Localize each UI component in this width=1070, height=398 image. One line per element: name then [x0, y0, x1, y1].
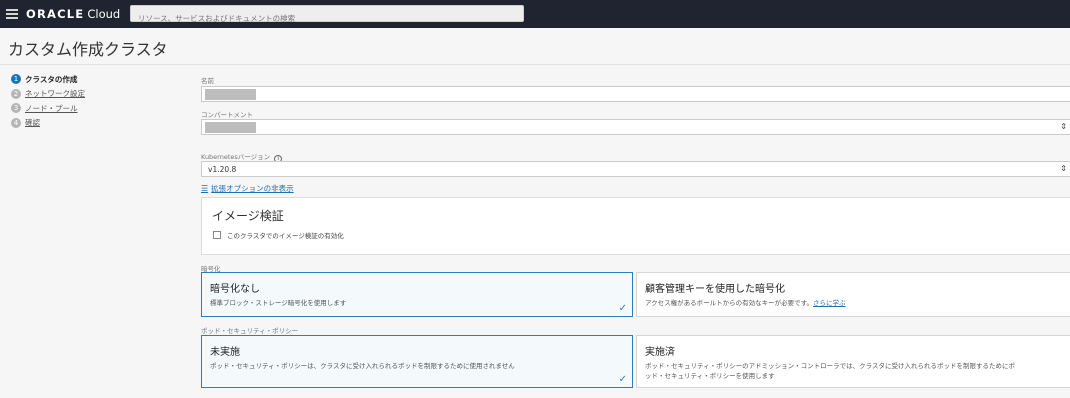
step-number: 3: [11, 103, 21, 113]
menu-icon[interactable]: [6, 9, 18, 19]
option-description: 標準ブロック・ストレージ暗号化を使用します: [210, 299, 347, 307]
image-verification-panel: イメージ検証 このクラスタでのイメージ検証の有効化: [201, 197, 1070, 255]
checkmark-icon: ✓: [618, 303, 627, 314]
learn-more-link[interactable]: さらに学ぶ: [813, 299, 846, 307]
checkmark-icon: ✓: [618, 374, 627, 385]
brand-suffix: Cloud: [87, 7, 121, 21]
option-description-line2: ッド・セキュリティ・ポリシーを使用します: [645, 372, 775, 380]
kubernetes-version-label-text: Kubernetesバージョン: [201, 153, 271, 161]
search-input[interactable]: [131, 11, 523, 26]
wizard-steps: 1 クラスタの作成 2 ネットワーク設定 3 ノード・プール 4 確認: [11, 73, 85, 131]
step-number: 4: [11, 117, 21, 128]
option-title: 顧客管理キーを使用した暗号化: [645, 284, 785, 295]
kubernetes-version-value: v1.20.8: [208, 165, 237, 174]
brand-name: ORACLE: [26, 7, 85, 21]
encryption-option-customer-key[interactable]: 顧客管理キーを使用した暗号化 アクセス権があるボールトからの有効なキーが必要です…: [636, 272, 1070, 317]
step-number: 2: [11, 88, 21, 99]
hide-advanced-options-link[interactable]: ☰ 拡張オプションの非表示: [201, 183, 294, 194]
step-review[interactable]: 4 確認: [11, 117, 85, 129]
image-verification-title: イメージ検証: [212, 209, 284, 223]
step-network-setup[interactable]: 2 ネットワーク設定: [11, 88, 85, 100]
step-node-pool[interactable]: 3 ノード・プール: [11, 102, 85, 114]
name-input[interactable]: [201, 86, 1070, 102]
option-title: 実施済: [645, 347, 675, 358]
pod-security-policy-label: ポッド・セキュリティ・ポリシー: [201, 327, 299, 335]
option-description: アクセス権があるボールトからの有効なキーが必要です。さらに学ぶ: [645, 298, 846, 308]
advanced-link-text: 拡張オプションの非表示: [211, 184, 294, 193]
encryption-option-none[interactable]: 暗号化なし 標準ブロック・ストレージ暗号化を使用します ✓: [201, 272, 633, 317]
page-title: カスタム作成クラスタ: [8, 40, 168, 59]
option-description-line1: ポッド・セキュリティ・ポリシーのアドミッション・コントローラでは、クラスタに受け…: [645, 362, 1015, 370]
step-label: クラスタの作成: [25, 74, 78, 84]
oracle-cloud-logo[interactable]: ORACLE Cloud: [26, 7, 120, 21]
sliders-icon: ☰: [201, 184, 209, 193]
option-description: ポッド・セキュリティ・ポリシーのアドミッション・コントローラでは、クラスタに受け…: [645, 361, 1015, 381]
option-description-text: アクセス権があるボールトからの有効なキーが必要です。: [645, 299, 814, 307]
name-label: 名前: [201, 77, 214, 85]
image-verification-checkbox[interactable]: [213, 231, 221, 239]
top-navigation-bar: ORACLE Cloud: [0, 0, 1070, 28]
step-number: 1: [11, 74, 21, 84]
policy-option-enforced[interactable]: 実施済 ポッド・セキュリティ・ポリシーのアドミッション・コントローラでは、クラス…: [636, 335, 1070, 388]
image-verification-option[interactable]: このクラスタでのイメージ検証の有効化: [213, 230, 344, 240]
option-title: 暗号化なし: [210, 284, 260, 295]
option-description: ポッド・セキュリティ・ポリシーは、クラスタに受け入れられるポッドを制限するために…: [210, 362, 515, 370]
compartment-label: コンパートメント: [201, 111, 253, 119]
search-box[interactable]: [130, 5, 524, 26]
compartment-select[interactable]: ⇕: [201, 119, 1070, 135]
step-label: 確認: [25, 118, 40, 127]
select-arrow-icon: ⇕: [1060, 122, 1067, 131]
divider: [0, 64, 1070, 65]
image-verification-checkbox-label: このクラスタでのイメージ検証の有効化: [227, 232, 344, 240]
step-label: ネットワーク設定: [25, 89, 85, 98]
redacted-value: [205, 122, 256, 133]
policy-option-not-enforced[interactable]: 未実施 ポッド・セキュリティ・ポリシーは、クラスタに受け入れられるポッドを制限す…: [201, 335, 633, 388]
kubernetes-version-select[interactable]: v1.20.8 ⇕: [201, 161, 1070, 177]
redacted-value: [205, 89, 256, 100]
option-title: 未実施: [210, 347, 240, 358]
select-arrow-icon: ⇕: [1060, 164, 1067, 173]
step-create-cluster[interactable]: 1 クラスタの作成: [11, 73, 85, 85]
step-label: ノード・プール: [25, 103, 78, 113]
